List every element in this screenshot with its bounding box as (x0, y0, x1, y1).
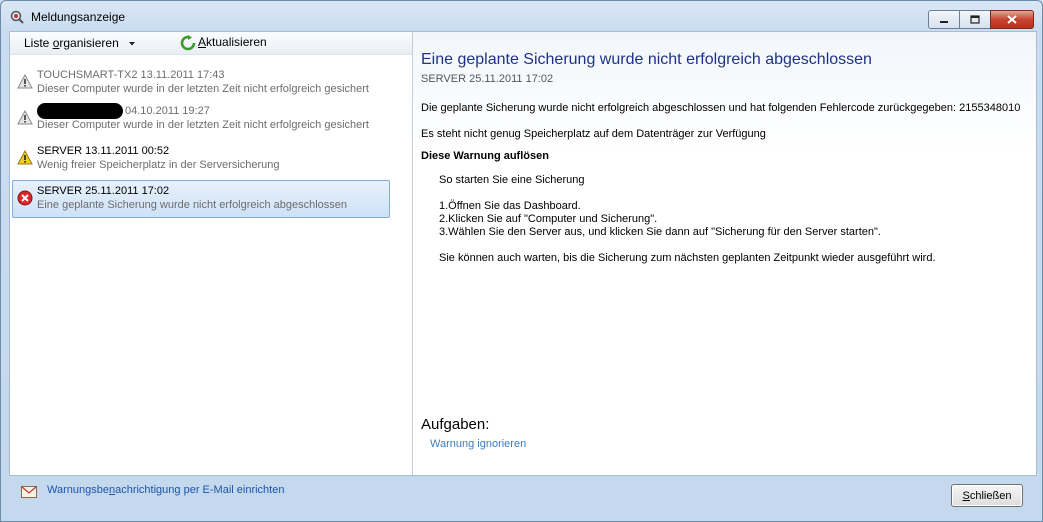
refresh-icon (180, 35, 196, 51)
minimize-icon (940, 20, 948, 23)
alert-description: Dieser Computer wurde in der letzten Zei… (37, 83, 369, 95)
alert-title: 04.10.2011 19:27 (125, 105, 210, 117)
maximize-button[interactable] (959, 10, 991, 29)
detail-subtitle: SERVER 25.11.2011 17:02 (421, 73, 554, 85)
footer-bar: Warnungsbenachrichtigung per E-Mail einr… (1, 475, 1042, 521)
refresh-button[interactable]: Aktualisieren (180, 35, 267, 51)
refresh-label-accel: A (198, 35, 207, 50)
main-window: Meldungsanzeige Liste organisieren Aktua… (0, 0, 1043, 522)
alert-list-item[interactable]: 04.10.2011 19:27 Dieser Computer wurde i… (12, 100, 390, 138)
alert-description: Wenig freier Speicherplatz in der Server… (37, 159, 280, 171)
organize-label-post: rganisieren (59, 36, 119, 50)
close-button[interactable]: Schließen (951, 484, 1023, 507)
alert-list-item[interactable]: TOUCHSMART-TX2 13.11.2011 17:43 Dieser C… (12, 64, 390, 102)
chevron-down-icon (129, 41, 136, 46)
step-3: 3.Wählen Sie den Server aus, und klicken… (439, 226, 881, 238)
title-bar[interactable]: Meldungsanzeige (1, 1, 1042, 31)
detail-error-code-text: Die geplante Sicherung wurde nicht erfol… (421, 102, 1021, 114)
step-2: 2.Klicken Sie auf "Computer und Sicherun… (439, 213, 658, 225)
alert-title: TOUCHSMART-TX2 13.11.2011 17:43 (37, 69, 225, 81)
tasks-heading: Aufgaben: (421, 416, 490, 433)
minimize-button[interactable] (928, 10, 960, 29)
list-toolbar: Liste organisieren Aktualisieren (10, 32, 412, 55)
alert-description: Dieser Computer wurde in der letzten Zei… (37, 119, 369, 131)
email-notification-icon (21, 486, 37, 498)
detail-title: Eine geplante Sicherung wurde nicht erfo… (421, 51, 872, 68)
close-label-accel: S (962, 489, 970, 502)
step-1: 1.Öffnen Sie das Dashboard. (439, 200, 581, 212)
content-area: Liste organisieren Aktualisieren TOUCHSM… (9, 31, 1037, 476)
alert-title: SERVER 25.11.2011 17:02 (37, 185, 170, 197)
mail-link-post: achrichtigung per E-Mail einrichten (115, 484, 285, 496)
alert-list-item[interactable]: SERVER 13.11.2011 00:52 Wenig freier Spe… (12, 140, 390, 178)
window-title: Meldungsanzeige (31, 10, 126, 24)
info-triangle-icon (17, 110, 33, 125)
resolve-heading: Diese Warnung auflösen (421, 150, 549, 162)
alert-detail-pane: Eine geplante Sicherung wurde nicht erfo… (413, 32, 1036, 475)
organize-label-pre: Liste (24, 36, 53, 50)
alert-title: SERVER 13.11.2011 00:52 (37, 145, 170, 157)
alert-list-item-selected[interactable]: SERVER 25.11.2011 17:02 Eine geplante Si… (12, 180, 390, 218)
refresh-label-post: ktualisieren (206, 35, 267, 50)
maximize-icon (970, 15, 980, 24)
redaction-mark (37, 103, 123, 119)
howto-heading: So starten Sie eine Sicherung (439, 174, 585, 186)
info-triangle-icon (17, 74, 33, 89)
email-notification-link[interactable]: Warnungsbenachrichtigung per E-Mail einr… (47, 484, 284, 496)
alert-list-pane: Liste organisieren Aktualisieren TOUCHSM… (10, 32, 413, 475)
close-icon (1007, 15, 1017, 24)
close-window-button[interactable] (990, 10, 1034, 29)
alert-viewer-icon (10, 10, 24, 24)
mail-link-pre: Warnungsbe (47, 484, 109, 496)
ignore-warning-link[interactable]: Warnung ignorieren (430, 438, 526, 450)
close-label-post: chließen (969, 489, 1012, 502)
detail-cause-text: Es steht nicht genug Speicherplatz auf d… (421, 128, 766, 140)
alert-description: Eine geplante Sicherung wurde nicht erfo… (37, 199, 348, 211)
organize-list-button[interactable]: Liste organisieren (24, 36, 136, 50)
caption-buttons (928, 10, 1034, 29)
error-icon (17, 190, 33, 206)
warning-triangle-icon (17, 150, 33, 165)
wait-note: Sie können auch warten, bis die Sicherun… (439, 252, 936, 264)
